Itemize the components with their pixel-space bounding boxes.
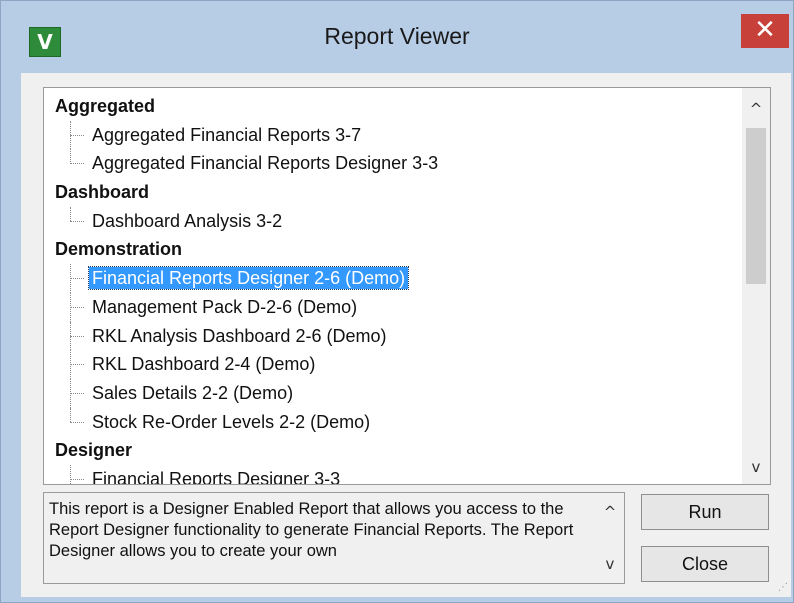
tree-connector [70,292,86,322]
window-title: Report Viewer [324,23,470,49]
tree-connector [70,206,86,236]
tree-item-label: Financial Reports Designer 2-6 (Demo) [87,266,410,291]
report-description-text: This report is a Designer Enabled Report… [49,500,574,560]
description-scrollbar[interactable]: ^ v [596,493,624,583]
tree-connector [70,321,86,351]
tree-item-label: Aggregated Financial Reports 3-7 [92,124,362,145]
tree-connector [70,264,86,293]
tree-item[interactable]: Management Pack D-2-6 (Demo) [44,292,740,322]
tree-item-label: Stock Re-Order Levels 2-2 (Demo) [92,411,371,432]
tree-item[interactable]: Aggregated Financial Reports Designer 3-… [44,149,740,178]
tree-item-selected[interactable]: Financial Reports Designer 2-6 (Demo) [44,264,740,293]
tree-item[interactable]: Dashboard Analysis 3-2 [44,206,740,236]
description-scroll-up-icon[interactable]: ^ [596,503,624,521]
tree-item[interactable]: Stock Re-Order Levels 2-2 (Demo) [44,407,740,437]
close-button[interactable]: Close [641,546,769,582]
report-viewer-window: V Report Viewer ✕ Aggregated Aggregated F… [0,0,794,603]
tree-connector [70,149,86,178]
tree-group-header[interactable]: Demonstration [44,235,740,264]
tree-item-label: Sales Details 2-2 (Demo) [92,382,294,403]
tree-item-label: Aggregated Financial Reports Designer 3-… [92,153,439,174]
scrollbar-thumb[interactable] [746,128,766,284]
tree-item[interactable]: RKL Dashboard 2-4 (Demo) [44,350,740,379]
tree-item-label: RKL Dashboard 2-4 (Demo) [92,354,316,375]
tree-item[interactable]: Aggregated Financial Reports 3-7 [44,120,740,150]
report-description-box[interactable]: This report is a Designer Enabled Report… [43,492,625,584]
tree-item-label: Management Pack D-2-6 (Demo) [92,296,358,317]
run-button[interactable]: Run [641,494,769,530]
tree-connector [70,350,86,379]
close-window-button[interactable]: ✕ [741,14,789,48]
tree-item-label: RKL Analysis Dashboard 2-6 (Demo) [92,325,387,346]
tree-connector [70,378,86,408]
tree-item-label: Financial Reports Designer 3-3 [92,468,341,485]
close-icon: ✕ [754,15,776,45]
tree-item[interactable]: RKL Analysis Dashboard 2-6 (Demo) [44,321,740,351]
dialog-body: Aggregated Aggregated Financial Reports 3… [21,73,791,597]
scroll-up-arrow-icon[interactable]: ^ [742,96,770,122]
tree-scrollbar[interactable]: ^ v [742,88,770,484]
tree-group-header[interactable]: Aggregated [44,92,740,121]
tree-item[interactable]: Financial Reports Designer 3-3 [44,464,740,485]
title-bar[interactable]: V Report Viewer ✕ [1,1,793,73]
report-tree-list: Aggregated Aggregated Financial Reports 3… [44,92,740,485]
tree-connector [70,407,86,437]
tree-group-header[interactable]: Dashboard [44,178,740,207]
tree-item[interactable]: Sales Details 2-2 (Demo) [44,378,740,408]
tree-item-label: Dashboard Analysis 3-2 [92,210,283,231]
tree-connector [70,464,86,484]
tree-connector [70,120,86,150]
resize-grip-icon[interactable]: ⋰ [778,582,788,593]
report-tree[interactable]: Aggregated Aggregated Financial Reports 3… [43,87,771,485]
description-scroll-down-icon[interactable]: v [596,555,624,573]
scroll-down-arrow-icon[interactable]: v [742,454,770,480]
tree-group-header[interactable]: Designer [44,436,740,465]
